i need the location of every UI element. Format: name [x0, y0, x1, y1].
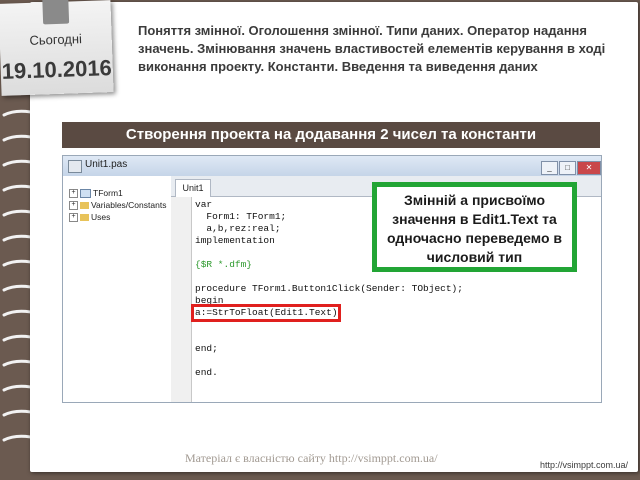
tree-node-label: TForm1	[93, 188, 123, 198]
date-card: Сьогодні 19.10.2016	[0, 0, 114, 96]
code-line[interactable]: procedure TForm1.Button1Click(Sender: TO…	[195, 283, 463, 294]
window-title: Unit1.pas	[85, 159, 128, 170]
binder-clip	[42, 0, 70, 25]
folder-icon	[80, 202, 89, 210]
expand-icon[interactable]: +	[69, 189, 78, 199]
tree-node-label: Variables/Constants	[91, 200, 167, 210]
section-banner: Створення проекта на додавання 2 чисел т…	[62, 122, 600, 148]
close-icon[interactable]: ✕	[577, 161, 601, 175]
window-titlebar: Unit1.pas _ □ ✕	[63, 156, 601, 176]
footer-url[interactable]: http://vsimppt.com.ua/	[540, 460, 628, 470]
tree-node-tform1[interactable]: + TForm1	[69, 188, 123, 199]
window-icon	[68, 160, 82, 173]
date-value: 19.10.2016	[1, 55, 113, 84]
tree-node-uses[interactable]: + Uses	[69, 212, 110, 223]
explanation-callout: Змінній а присвоїмо значення в Edit1.Tex…	[372, 182, 577, 272]
code-line[interactable]: {$R *.dfm}	[195, 259, 252, 270]
expand-icon[interactable]: +	[69, 201, 78, 211]
today-label: Сьогодні	[29, 31, 83, 48]
expand-icon[interactable]: +	[69, 213, 78, 223]
code-line[interactable]: a,b,rez:real;	[195, 223, 280, 234]
code-explorer-tree: + TForm1 + Variables/Constants + Uses	[63, 176, 172, 402]
maximize-icon[interactable]: □	[559, 161, 576, 175]
folder-icon	[80, 214, 89, 222]
code-line[interactable]: var	[195, 199, 212, 210]
minimize-icon[interactable]: _	[541, 161, 558, 175]
code-line[interactable]: end;	[195, 343, 218, 354]
tab-unit1[interactable]: Unit1	[175, 179, 211, 197]
window-controls: _ □ ✕	[540, 157, 601, 175]
tree-node-variables[interactable]: + Variables/Constants	[69, 200, 166, 211]
footer-watermark: Матеріал є власністю сайту http://vsimpp…	[185, 451, 438, 465]
code-line[interactable]: implementation	[195, 235, 275, 246]
code-line[interactable]: Form1: TForm1;	[195, 211, 286, 222]
tree-node-label: Uses	[91, 212, 111, 222]
highlight-box	[191, 304, 341, 322]
form-icon	[80, 189, 91, 199]
slide-title: Поняття змінної. Оголошення змінної. Тип…	[138, 23, 606, 74]
code-line[interactable]: end.	[195, 367, 218, 378]
editor-gutter	[171, 197, 192, 402]
